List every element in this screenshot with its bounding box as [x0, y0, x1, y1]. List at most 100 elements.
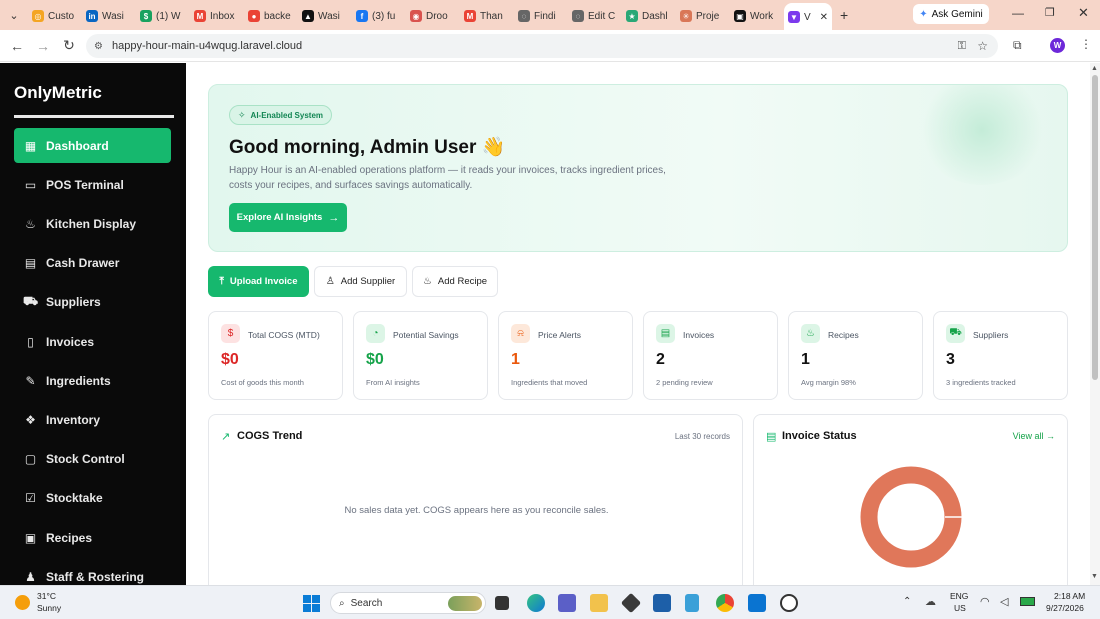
edge-taskbar-icon[interactable] — [527, 594, 545, 612]
stat-subtext: Cost of goods this month — [221, 378, 304, 387]
sidebar-item-ingredients[interactable]: ✎ Ingredients — [14, 363, 171, 398]
tab-label: Proje — [696, 10, 720, 22]
browser-tab[interactable]: ★ Dashl — [622, 3, 676, 29]
extensions-icon[interactable]: ⧉ — [1013, 38, 1022, 53]
maximize-button[interactable]: ❐ — [1045, 6, 1055, 19]
stat-value: 1 — [511, 351, 520, 368]
chrome-taskbar-icon[interactable] — [716, 594, 734, 612]
browser-tab[interactable]: ▼ V ✕ — [784, 3, 832, 31]
ai-enabled-chip: ✧ AI-Enabled System — [229, 105, 333, 125]
back-button[interactable]: ← — [4, 38, 30, 54]
notepad-taskbar-icon[interactable] — [685, 594, 699, 612]
sidebar-item-label: Invoices — [46, 334, 95, 349]
add-recipe-button[interactable]: ♨ Add Recipe — [412, 266, 498, 297]
cogs-trend-title: COGS Trend — [237, 430, 303, 442]
invoice-status-title: Invoice Status — [782, 430, 857, 442]
browser-tab[interactable]: ▣ Work — [730, 3, 784, 29]
browser-tab[interactable]: in Wasi — [82, 3, 136, 29]
reload-button[interactable]: ↻ — [56, 37, 82, 54]
browser-tab[interactable]: ◉ Droo — [406, 3, 460, 29]
chef-hat-icon: ♨ — [25, 216, 36, 231]
folder-taskbar-icon[interactable] — [590, 594, 608, 612]
page-scrollbar[interactable]: ▲ ▼ — [1090, 63, 1100, 585]
forward-button[interactable]: → — [30, 38, 56, 54]
weather-sun-icon[interactable] — [15, 595, 30, 610]
sidebar-item-label: Recipes — [46, 530, 93, 545]
upload-invoice-button[interactable]: ⤒ Upload Invoice — [208, 266, 309, 297]
scrollbar-thumb[interactable] — [1092, 75, 1098, 380]
stat-card[interactable]: $ Total COGS (MTD) $0 Cost of goods this mo… — [208, 311, 343, 400]
tab-label: Inbox — [210, 10, 235, 22]
tab-favicon-icon: M — [194, 10, 206, 22]
sidebar-item-dashboard[interactable]: ▦ Dashboard — [14, 128, 171, 163]
sidebar-item-stock-control[interactable]: ▢ Stock Control — [14, 442, 171, 477]
sidebar-item-pos-terminal[interactable]: ▭ POS Terminal — [14, 167, 171, 202]
view-all-link[interactable]: View all → — [1013, 431, 1055, 441]
url-input[interactable]: ⚙ happy-hour-main-u4wqug.laravel.cloud ⚿… — [86, 34, 998, 58]
site-info-icon[interactable]: ⚙ — [94, 41, 103, 52]
sidebar-item-suppliers[interactable]: ⛟ Suppliers — [14, 285, 171, 320]
tray-chevron-icon[interactable]: ⌃ — [903, 596, 911, 607]
sidebar-item-invoices[interactable]: ▯ Invoices — [14, 324, 171, 359]
app-taskbar-icon[interactable] — [620, 592, 642, 614]
file-text-icon: ▤ — [656, 324, 675, 343]
sidebar-item-cash-drawer[interactable]: ▤ Cash Drawer — [14, 246, 171, 281]
sidebar-item-staff-rostering[interactable]: ♟ Staff & Rostering — [14, 559, 171, 585]
stat-card[interactable]: ⛟ Suppliers 3 3 ingredients tracked — [933, 311, 1068, 400]
browser-tab[interactable]: ◎ Custo — [28, 3, 82, 29]
tray-cloud-icon[interactable]: ☁ — [925, 595, 936, 608]
browser-tab[interactable]: ● backe — [244, 3, 298, 29]
stat-card[interactable]: ◔ Potential Savings $0 From AI insights — [353, 311, 488, 400]
close-tab-icon[interactable]: ✕ — [820, 12, 828, 23]
tab-favicon-icon: ★ — [626, 10, 638, 22]
profile-avatar[interactable]: W — [1050, 38, 1065, 53]
browser-tab[interactable]: ◌ Findi — [514, 3, 568, 29]
stat-card[interactable]: ⍾ Price Alerts 1 Ingredients that moved — [498, 311, 633, 400]
teams-taskbar-icon[interactable] — [558, 594, 576, 612]
sidebar-item-kitchen-display[interactable]: ♨ Kitchen Display — [14, 206, 171, 241]
sidebar-item-label: Kitchen Display — [46, 216, 137, 231]
close-window-button[interactable]: ✕ — [1078, 5, 1089, 21]
vscode-taskbar-icon[interactable] — [748, 594, 766, 612]
cogs-trend-panel: ↗ COGS Trend Last 30 records No sales da… — [208, 414, 743, 594]
browser-tab[interactable]: M Than — [460, 3, 514, 29]
volume-icon[interactable]: ◁ — [1000, 595, 1008, 608]
start-button[interactable] — [303, 595, 320, 612]
explore-ai-insights-button[interactable]: Explore AI Insights → — [229, 203, 347, 232]
battery-icon[interactable] — [1020, 597, 1035, 606]
sidebar-item-recipes[interactable]: ▣ Recipes — [14, 520, 171, 555]
sidebar-item-stocktake[interactable]: ☑ Stocktake — [14, 481, 171, 516]
clock-date[interactable]: 9/27/2026 — [1046, 603, 1084, 613]
browser-tab[interactable]: ▲ Wasi — [298, 3, 352, 29]
file-explorer-taskbar-icon[interactable] — [495, 596, 509, 610]
tab-label: (1) W — [156, 10, 181, 22]
tab-search-icon[interactable]: ⌄ — [0, 9, 28, 22]
truck-icon: ⛟ — [946, 324, 965, 343]
sidebar-item-inventory[interactable]: ❖ Inventory — [14, 402, 171, 437]
app-taskbar-icon-2[interactable] — [780, 594, 798, 612]
password-key-icon[interactable]: ⚿ — [958, 40, 966, 53]
wifi-icon[interactable]: ◠ — [980, 595, 990, 608]
minimize-button[interactable]: — — [1012, 6, 1024, 20]
clock-time[interactable]: 2:18 AM — [1054, 591, 1085, 601]
store-taskbar-icon[interactable] — [653, 594, 671, 612]
new-tab-button[interactable]: + — [840, 7, 848, 23]
tab-favicon-icon: ● — [248, 10, 260, 22]
ask-gemini-button[interactable]: ✦ Ask Gemini — [913, 4, 989, 24]
stat-label: Total COGS (MTD) — [248, 330, 320, 340]
browser-menu-icon[interactable]: ⋮ — [1080, 37, 1092, 51]
add-supplier-button[interactable]: ♙ Add Supplier — [314, 266, 407, 297]
browser-tab[interactable]: M Inbox — [190, 3, 244, 29]
taskbar-search-box[interactable]: ⌕ Search — [330, 592, 486, 614]
browser-tab[interactable]: f (3) fu — [352, 3, 406, 29]
piggy-bank-icon: ◔ — [366, 324, 385, 343]
browser-tab[interactable]: $ (1) W — [136, 3, 190, 29]
bookmark-star-icon[interactable]: ☆ — [977, 39, 988, 53]
browser-tab[interactable]: ✳ Proje — [676, 3, 730, 29]
stat-card[interactable]: ▤ Invoices 2 2 pending review — [643, 311, 778, 400]
stat-card[interactable]: ♨ Recipes 1 Avg margin 98% — [788, 311, 923, 400]
language-indicator[interactable]: ENG — [950, 591, 968, 601]
tab-favicon-icon: ◉ — [410, 10, 422, 22]
browser-tab[interactable]: ◌ Edit C — [568, 3, 622, 29]
tab-label: Wasi — [318, 10, 340, 22]
